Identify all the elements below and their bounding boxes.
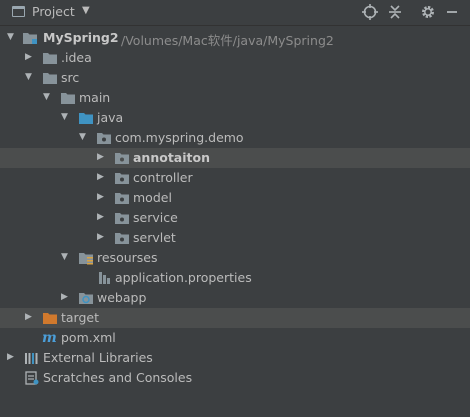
collapsed-arrow-icon[interactable]: ▶ (97, 232, 107, 242)
tree-row-target-folder[interactable]: ▶ target (0, 308, 470, 328)
tool-window-header: Project ▼ (0, 0, 470, 26)
folder-icon (42, 51, 58, 65)
collapsed-arrow-icon[interactable]: ▶ (25, 312, 35, 322)
expanded-arrow-icon[interactable]: ▼ (7, 32, 17, 42)
tree-label: target (61, 310, 100, 325)
tree-label: java (97, 110, 124, 125)
collapse-all-icon[interactable] (386, 3, 404, 21)
tree-row-root-module[interactable]: ▼ MySpring2 /Volumes/Mac软件/java/MySpring… (0, 28, 470, 48)
collapsed-arrow-icon[interactable]: ▶ (97, 212, 107, 222)
collapsed-arrow-icon[interactable]: ▶ (61, 292, 71, 302)
tree-row-resourses-folder[interactable]: ▼ resourses (0, 248, 470, 268)
package-icon (114, 171, 130, 185)
tree-row-webapp-folder[interactable]: ▶ webapp (0, 288, 470, 308)
maven-file-icon: m (42, 330, 57, 346)
tree-label: resourses (97, 250, 158, 265)
collapsed-arrow-icon[interactable]: ▶ (7, 352, 17, 362)
expanded-arrow-icon[interactable]: ▼ (25, 72, 35, 82)
tree-row-package-annotaiton[interactable]: ▶ annotaiton (0, 148, 470, 168)
hide-icon[interactable] (443, 3, 461, 21)
collapsed-arrow-icon[interactable]: ▶ (97, 172, 107, 182)
tree-row-scratches-and-consoles[interactable]: Scratches and Consoles (0, 368, 470, 388)
expanded-arrow-icon[interactable]: ▼ (43, 92, 53, 102)
libraries-icon (24, 351, 40, 365)
tree-row-package-controller[interactable]: ▶ controller (0, 168, 470, 188)
tree-row-src-folder[interactable]: ▼ src (0, 68, 470, 88)
collapsed-arrow-icon[interactable]: ▶ (25, 52, 35, 62)
collapsed-arrow-icon[interactable]: ▶ (97, 192, 107, 202)
tree-row-main-folder[interactable]: ▼ main (0, 88, 470, 108)
gear-icon[interactable] (419, 3, 437, 21)
tree-row-application-properties[interactable]: application.properties (0, 268, 470, 288)
collapsed-arrow-icon[interactable]: ▶ (97, 152, 107, 162)
tree-label: model (133, 190, 172, 205)
tree-row-external-libraries[interactable]: ▶ External Libraries (0, 348, 470, 368)
tool-window-title[interactable]: Project (32, 4, 75, 19)
tree-row-package-model[interactable]: ▶ model (0, 188, 470, 208)
module-folder-icon (22, 31, 38, 45)
package-icon (114, 191, 130, 205)
tree-label: servlet (133, 230, 176, 245)
package-icon (114, 151, 130, 165)
tree-row-package-demo[interactable]: ▼ com.myspring.demo (0, 128, 470, 148)
tree-label: MySpring2 (43, 30, 119, 45)
tree-label: com.myspring.demo (115, 130, 244, 145)
tree-label: main (79, 90, 111, 105)
tree-label: Scratches and Consoles (43, 370, 193, 385)
properties-file-icon (96, 271, 112, 285)
project-icon (12, 6, 25, 17)
tree-label: controller (133, 170, 193, 185)
tree-row-package-service[interactable]: ▶ service (0, 208, 470, 228)
locate-icon[interactable] (361, 3, 379, 21)
folder-icon (60, 91, 76, 105)
scratches-icon (24, 371, 40, 385)
tree-path: /Volumes/Mac软件/java/MySpring2 (121, 33, 334, 48)
web-folder-icon (78, 291, 94, 305)
source-folder-icon (78, 111, 94, 125)
package-icon (114, 211, 130, 225)
tree-row-java-folder[interactable]: ▼ java (0, 108, 470, 128)
tree-row-pom-xml[interactable]: m pom.xml (0, 328, 470, 348)
chevron-down-icon[interactable]: ▼ (82, 5, 90, 16)
expanded-arrow-icon[interactable]: ▼ (79, 132, 89, 142)
tree-label: webapp (97, 290, 147, 305)
folder-icon (42, 71, 58, 85)
package-icon (96, 131, 112, 145)
tree-label: .idea (61, 50, 92, 65)
package-icon (114, 231, 130, 245)
tree-label: service (133, 210, 178, 225)
tree-label: application.properties (115, 270, 252, 285)
project-tool-window: Project ▼ ▼ MySpring2 /Volumes/Mac软件/jav… (0, 0, 470, 417)
tree-row-idea-folder[interactable]: ▶ .idea (0, 48, 470, 68)
expanded-arrow-icon[interactable]: ▼ (61, 112, 71, 122)
tree-label: src (61, 70, 80, 85)
resources-folder-icon (78, 251, 94, 265)
tree-label: pom.xml (61, 330, 116, 345)
tree-label: External Libraries (43, 350, 153, 365)
expanded-arrow-icon[interactable]: ▼ (61, 252, 71, 262)
excluded-folder-icon (42, 311, 58, 325)
tree-label: annotaiton (133, 150, 210, 165)
tree-row-package-servlet[interactable]: ▶ servlet (0, 228, 470, 248)
